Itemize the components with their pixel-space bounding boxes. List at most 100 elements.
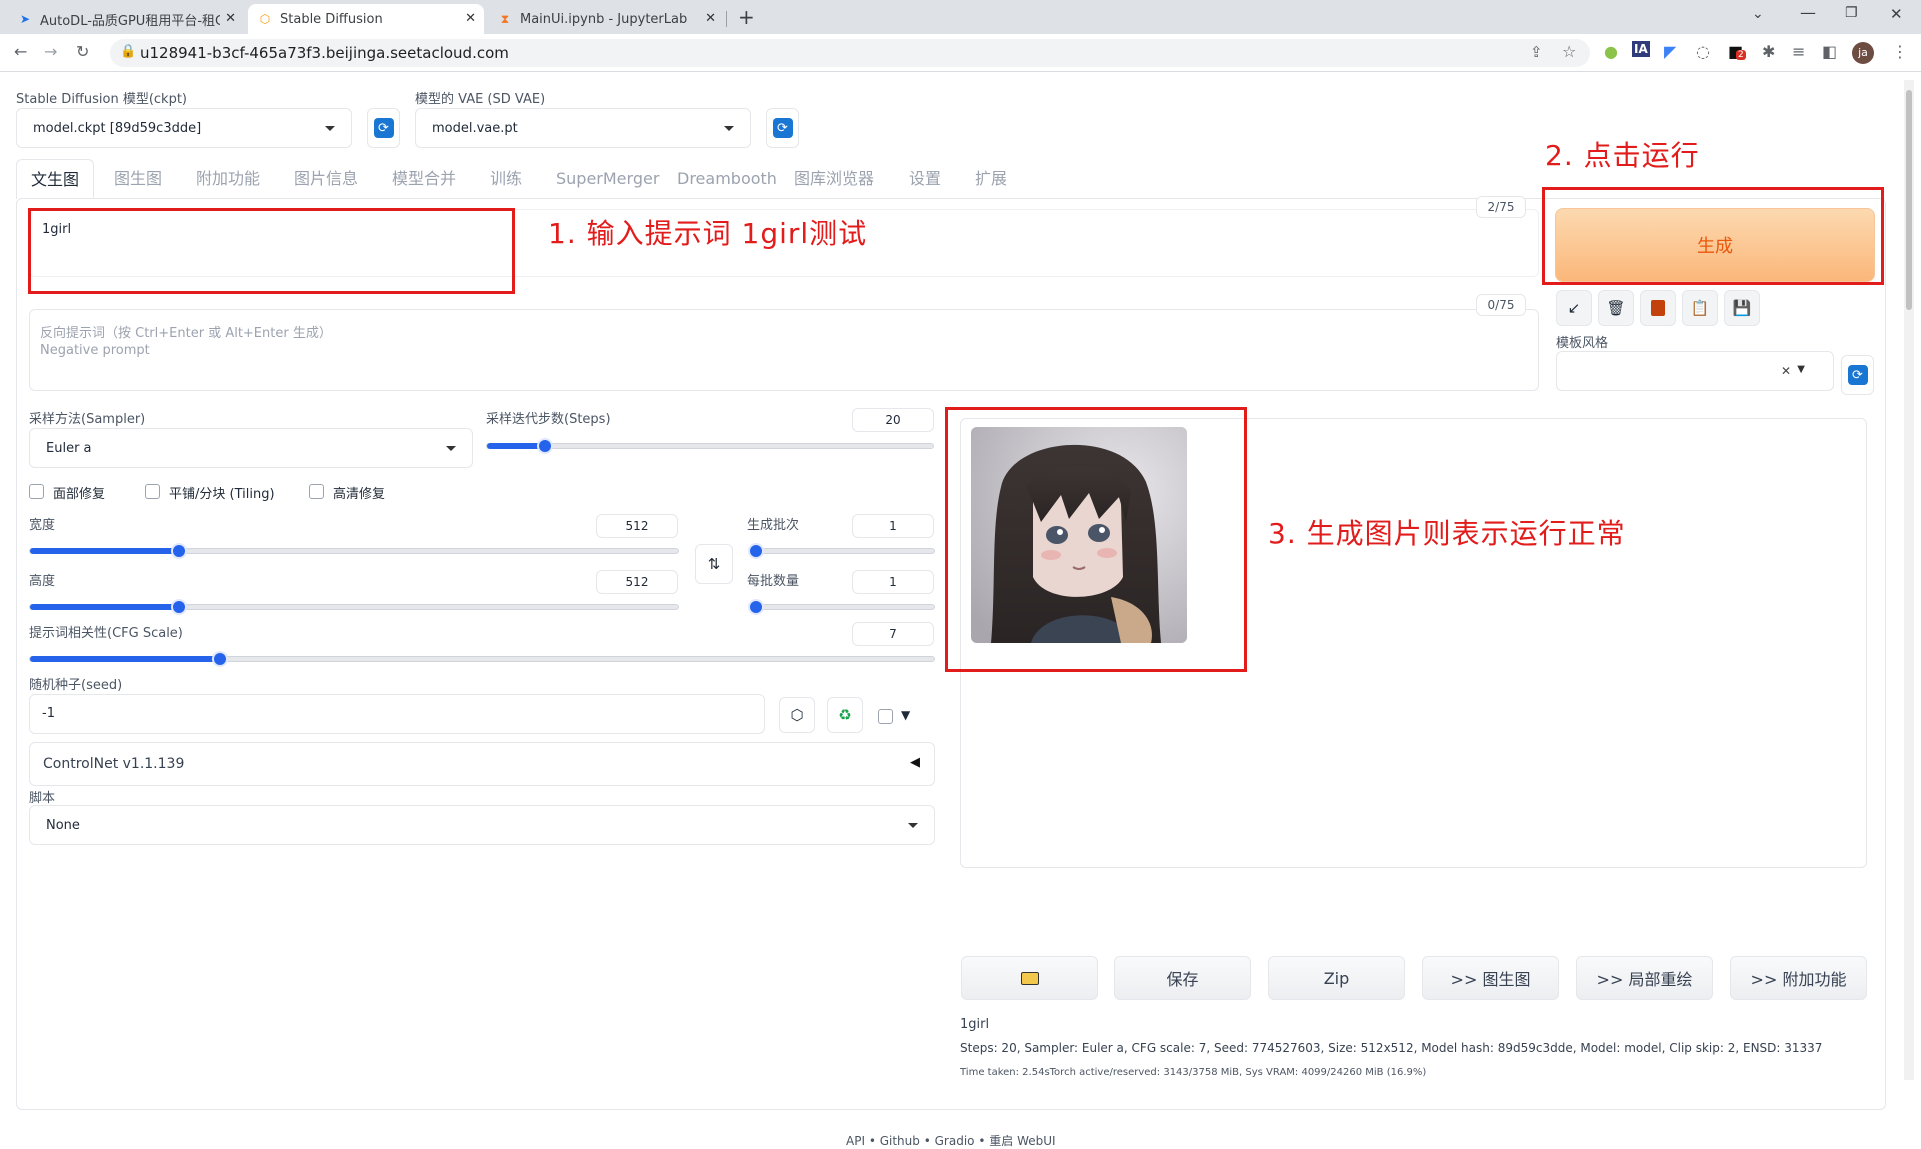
ia-extension-icon[interactable]: IA bbox=[1632, 41, 1650, 57]
style-refresh-button[interactable]: ⟳ bbox=[1841, 355, 1874, 395]
save-style-icon[interactable]: 💾 bbox=[1724, 290, 1760, 326]
close-icon[interactable]: ✕ bbox=[225, 11, 236, 26]
height-slider[interactable] bbox=[29, 599, 679, 615]
url-text[interactable]: u128941-b3cf-465a73f3.beijinga.seetaclou… bbox=[140, 44, 509, 62]
reload-icon[interactable]: ↻ bbox=[76, 42, 89, 61]
save-button[interactable]: 保存 bbox=[1114, 956, 1251, 1000]
page-scrollbar[interactable] bbox=[1904, 80, 1914, 1080]
style-select[interactable]: ✕ ▼ bbox=[1556, 351, 1834, 391]
batch-count-input[interactable]: 1 bbox=[852, 514, 934, 538]
read-params-icon[interactable]: ↙ bbox=[1556, 290, 1592, 326]
seed-value: -1 bbox=[42, 706, 55, 721]
slider-handle[interactable] bbox=[536, 438, 553, 454]
extra-networks-icon[interactable] bbox=[1640, 290, 1676, 326]
forward-icon[interactable]: → bbox=[44, 42, 57, 61]
tab-txt2img[interactable]: 文生图 bbox=[16, 159, 95, 199]
minimize-icon[interactable]: — bbox=[1800, 3, 1816, 22]
footer-api-link[interactable]: API bbox=[846, 1134, 865, 1148]
close-icon[interactable]: ✕ bbox=[705, 11, 716, 26]
extension-arrow-icon[interactable]: ◤ bbox=[1664, 42, 1676, 61]
cfg-slider[interactable] bbox=[29, 651, 935, 667]
tab-supermerger[interactable]: SuperMerger bbox=[556, 159, 659, 199]
window-close-icon[interactable]: ✕ bbox=[1890, 5, 1903, 23]
ckpt-select[interactable]: model.ckpt [89d59c3dde] bbox=[16, 108, 352, 148]
swap-dimensions-icon[interactable]: ⇅ bbox=[695, 544, 733, 584]
tab-image-browser[interactable]: 图库浏览器 bbox=[794, 159, 874, 199]
seed-input[interactable]: -1 bbox=[29, 694, 765, 734]
side-panel-icon[interactable]: ◧ bbox=[1822, 42, 1837, 61]
vae-refresh-button[interactable]: ⟳ bbox=[766, 108, 799, 148]
ckpt-refresh-button[interactable]: ⟳ bbox=[367, 108, 400, 148]
open-folder-button[interactable] bbox=[961, 956, 1098, 1000]
tab-png-info[interactable]: 图片信息 bbox=[294, 159, 358, 199]
footer-gradio-link[interactable]: Gradio bbox=[935, 1134, 975, 1148]
new-tab-icon[interactable]: + bbox=[738, 5, 755, 29]
extra-seed-checkbox[interactable] bbox=[878, 709, 893, 724]
script-select[interactable]: None bbox=[29, 805, 935, 845]
refresh-icon: ⟳ bbox=[772, 118, 793, 138]
restore-icon[interactable]: ❐ bbox=[1845, 5, 1858, 21]
tab-extras[interactable]: 附加功能 bbox=[196, 159, 260, 199]
vae-select[interactable]: model.vae.pt bbox=[415, 108, 751, 148]
reading-list-icon[interactable]: ≡ bbox=[1792, 42, 1805, 61]
tab-autodl[interactable]: ➤ AutoDL-品质GPU租用平台-租G ✕ bbox=[8, 4, 244, 34]
address-bar[interactable]: 🔒 u128941-b3cf-465a73f3.beijinga.seetacl… bbox=[110, 39, 1590, 67]
slider-handle[interactable] bbox=[171, 543, 188, 559]
cfg-input[interactable]: 7 bbox=[852, 622, 934, 646]
tab-settings[interactable]: 设置 bbox=[909, 159, 941, 199]
ckpt-value: model.ckpt [89d59c3dde] bbox=[33, 120, 202, 136]
slider-handle[interactable] bbox=[211, 651, 228, 667]
slider-fill bbox=[30, 604, 180, 610]
width-input[interactable]: 512 bbox=[596, 514, 678, 538]
zip-button[interactable]: Zip bbox=[1268, 956, 1405, 1000]
share-icon[interactable]: ⇪ bbox=[1530, 43, 1543, 61]
tab-dreambooth[interactable]: Dreambooth bbox=[677, 159, 777, 199]
send-to-extras-button[interactable]: >> 附加功能 bbox=[1730, 956, 1867, 1000]
send-to-inpaint-button[interactable]: >> 局部重绘 bbox=[1576, 956, 1713, 1000]
send-to-img2img-button[interactable]: >> 图生图 bbox=[1422, 956, 1559, 1000]
batch-size-slider[interactable] bbox=[748, 599, 935, 615]
tab-extensions[interactable]: 扩展 bbox=[975, 159, 1007, 199]
steps-slider[interactable] bbox=[486, 438, 934, 454]
steps-input[interactable]: 20 bbox=[852, 408, 934, 432]
slider-handle[interactable] bbox=[748, 543, 764, 559]
puzzle-extensions-icon[interactable]: ✱ bbox=[1762, 42, 1775, 61]
batch-count-slider[interactable] bbox=[748, 543, 935, 559]
footer-github-link[interactable]: Github bbox=[880, 1134, 920, 1148]
tab-checkpoint-merger[interactable]: 模型合并 bbox=[392, 159, 456, 199]
slider-handle[interactable] bbox=[171, 599, 188, 615]
height-input[interactable]: 512 bbox=[596, 570, 678, 594]
hires-fix-checkbox[interactable] bbox=[309, 484, 324, 499]
more-menu-icon[interactable]: ⋮ bbox=[1892, 42, 1908, 61]
clipboard-icon[interactable]: 📋 bbox=[1682, 290, 1718, 326]
tab-search-icon[interactable]: ⌄ bbox=[1752, 6, 1764, 22]
batch-size-input[interactable]: 1 bbox=[852, 570, 934, 594]
bookmark-star-icon[interactable]: ☆ bbox=[1562, 42, 1576, 61]
sampler-select[interactable]: Euler a bbox=[29, 428, 473, 468]
scrollbar-thumb[interactable] bbox=[1906, 90, 1912, 310]
slider-handle[interactable] bbox=[748, 599, 764, 615]
close-icon[interactable]: ✕ bbox=[465, 11, 476, 26]
vae-label: 模型的 VAE (SD VAE) bbox=[415, 92, 546, 107]
tab-jupyter[interactable]: ⧗ MainUi.ipynb - JupyterLab ✕ bbox=[488, 4, 724, 34]
width-slider[interactable] bbox=[29, 543, 679, 559]
back-icon[interactable]: ← bbox=[14, 42, 27, 61]
restore-faces-checkbox[interactable] bbox=[29, 484, 44, 499]
tab-stable-diffusion[interactable]: ⬡ Stable Diffusion ✕ bbox=[248, 4, 484, 34]
profile-avatar[interactable]: ja bbox=[1852, 42, 1874, 64]
tab-img2img[interactable]: 图生图 bbox=[114, 159, 162, 199]
footer-links: API • Github • Gradio • 重启 WebUI bbox=[846, 1132, 1056, 1149]
tiling-checkbox[interactable] bbox=[145, 484, 160, 499]
clear-icon[interactable]: ✕ bbox=[1781, 364, 1791, 378]
trash-icon[interactable]: 🗑 bbox=[1598, 290, 1634, 326]
random-seed-dice-icon[interactable]: ⬡ bbox=[779, 697, 815, 733]
reuse-seed-recycle-icon[interactable]: ♻ bbox=[827, 697, 863, 733]
caret-down-icon[interactable]: ▼ bbox=[901, 708, 910, 722]
extension-circle-icon[interactable]: ● bbox=[1604, 42, 1618, 61]
extension-shield-icon[interactable]: ◌ bbox=[1696, 42, 1710, 61]
tab-train[interactable]: 训练 bbox=[490, 159, 522, 199]
controlnet-accordion[interactable]: ControlNet v1.1.139 ◀ bbox=[29, 742, 935, 786]
negative-prompt-input[interactable]: 反向提示词（按 Ctrl+Enter 或 Alt+Enter 生成） Negat… bbox=[29, 309, 1539, 391]
footer-restart-link[interactable]: 重启 WebUI bbox=[989, 1134, 1055, 1148]
extension-badge-icon[interactable]: ■2 bbox=[1728, 42, 1746, 61]
